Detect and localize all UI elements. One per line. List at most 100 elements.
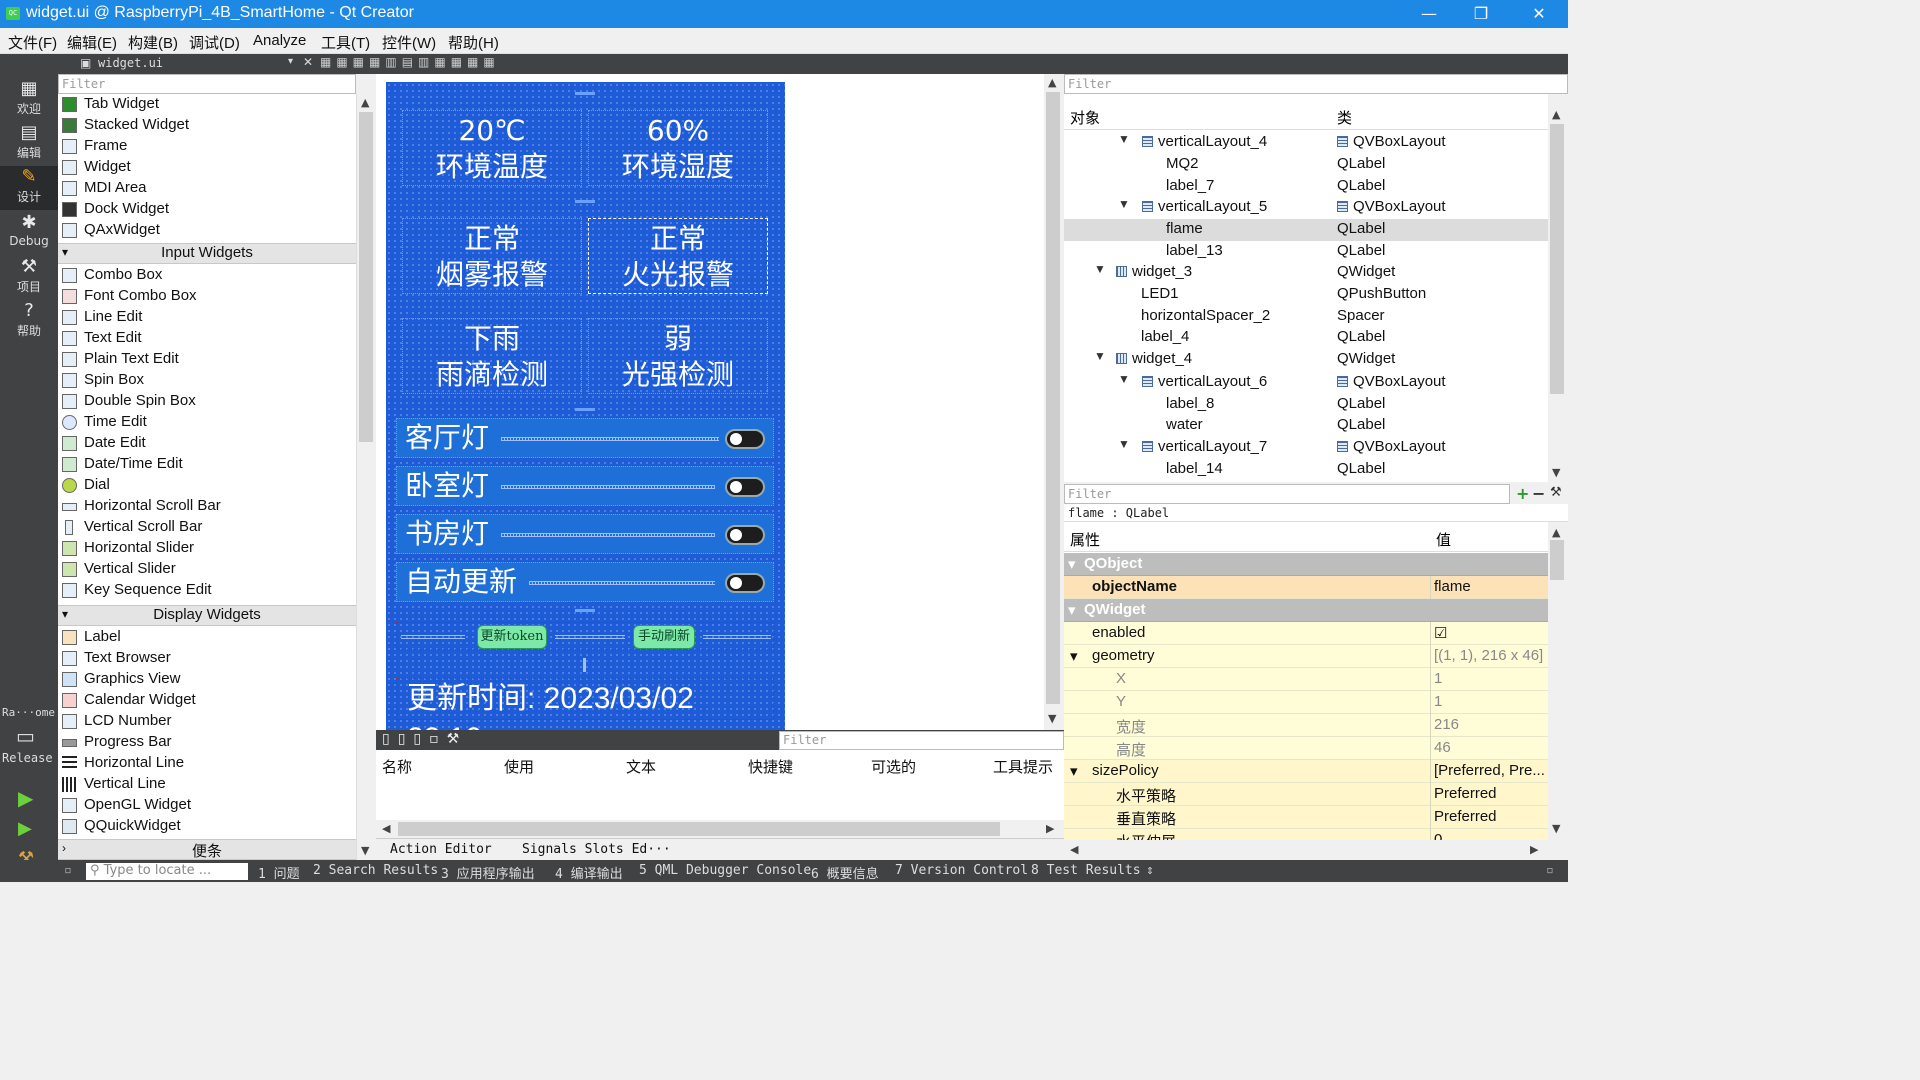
widget-item-text-browser[interactable]: Text Browser — [58, 648, 356, 669]
chevron-down-icon[interactable]: ▼ — [1552, 822, 1560, 835]
tree-row[interactable]: label_14 QLabel — [1064, 459, 1548, 481]
widget-box-scrollbar[interactable]: ▲ ▼ — [356, 94, 376, 862]
widget-item-dial[interactable]: Dial — [58, 475, 356, 496]
chevron-down-icon[interactable]: ▾ — [1070, 647, 1078, 665]
more-tabs-icon[interactable]: ⇕ — [1146, 863, 1154, 878]
col-property[interactable]: 属性 — [1070, 529, 1100, 550]
menu-edit[interactable]: 编辑(E) — [67, 32, 117, 53]
remove-property-icon[interactable]: − — [1532, 484, 1545, 503]
property-row-hstretch[interactable]: 水平伸展0 — [1064, 829, 1548, 840]
property-scrollbar[interactable]: ▲ ▼ — [1548, 522, 1568, 840]
tree-row[interactable]: LED1 QPushButton — [1064, 284, 1548, 306]
kit-name[interactable]: Ra···ome — [2, 706, 55, 719]
monitor-icon[interactable]: ▭ — [16, 724, 35, 748]
property-row-objectname[interactable]: objectName flame — [1064, 576, 1548, 599]
property-row-height[interactable]: 高度 46 — [1064, 737, 1548, 760]
menu-tools[interactable]: 工具(T) — [321, 32, 370, 53]
widget-item-opengl-widget[interactable]: OpenGL Widget — [58, 795, 356, 816]
toggle-switch[interactable] — [725, 573, 765, 593]
output-tab-compile[interactable]: 4 编译输出 — [555, 863, 623, 882]
property-group-qobject[interactable]: ▾ QObject — [1064, 553, 1548, 576]
chevron-up-icon[interactable]: ▲ — [1552, 108, 1560, 121]
sidebar-toggle-icon[interactable]: ▫ — [64, 863, 72, 878]
horizontal-spacer[interactable] — [501, 437, 719, 441]
widget-item-label[interactable]: Label — [58, 627, 356, 648]
chevron-down-icon[interactable]: ▼ — [1118, 197, 1130, 211]
switch-row-bedroom[interactable]: 卧室灯 — [396, 466, 774, 506]
chevron-down-icon[interactable]: ▼ — [1118, 372, 1130, 386]
canvas-scrollbar[interactable]: ▲ ▼ — [1044, 74, 1064, 730]
fire-card[interactable]: 正常 火光报警 — [588, 218, 768, 294]
mode-projects[interactable]: ⚒ 项目 — [0, 256, 58, 300]
widget-item-font-combo-box[interactable]: Font Combo Box — [58, 286, 356, 307]
manual-refresh-button[interactable]: 手动刷新 — [633, 625, 695, 649]
widget-box-filter[interactable]: Filter — [58, 74, 356, 94]
widget-item-qaxwidget[interactable]: QAxWidget — [58, 220, 356, 241]
chevron-down-icon[interactable]: ▼ — [1118, 132, 1130, 146]
tab-action-editor[interactable]: Action Editor — [390, 842, 492, 857]
tree-row[interactable]: label_4 QLabel — [1064, 327, 1548, 349]
widget-item-frame[interactable]: Frame — [58, 136, 356, 157]
category-input-widgets[interactable]: ▾ Input Widgets — [58, 243, 356, 264]
build-config[interactable]: Release — [2, 751, 53, 765]
property-hscrollbar[interactable]: ◀ ▶ — [1064, 840, 1548, 860]
chevron-left-icon[interactable]: ◀ — [1070, 843, 1078, 856]
mode-help[interactable]: ? 帮助 — [0, 300, 58, 344]
widget-item-widget[interactable]: Widget — [58, 157, 356, 178]
widget-item-combo-box[interactable]: Combo Box — [58, 265, 356, 286]
mode-design[interactable]: ✎ 设计 — [0, 166, 58, 210]
vertical-spacer[interactable] — [575, 92, 595, 95]
widget-item-stacked-widget[interactable]: Stacked Widget — [58, 115, 356, 136]
chevron-up-icon[interactable]: ▲ — [361, 96, 369, 109]
widget-item-datetime-edit[interactable]: Date/Time Edit — [58, 454, 356, 475]
menu-help[interactable]: 帮助(H) — [448, 32, 499, 53]
smoke-card[interactable]: 正常 烟雾报警 — [402, 218, 582, 294]
tree-row[interactable]: label_8 QLabel — [1064, 394, 1548, 416]
file-dropdown-icon[interactable]: ▾ — [288, 56, 293, 67]
tree-row[interactable]: label_13 QLabel — [1064, 241, 1548, 263]
sidebar-toggle-right-icon[interactable]: ▫ — [1546, 863, 1554, 878]
debug-run-icon[interactable]: ▶ — [18, 818, 32, 839]
menu-analyze[interactable]: Analyze — [253, 32, 306, 49]
widget-item-horizontal-line[interactable]: Horizontal Line — [58, 753, 356, 774]
widget-item-horizontal-scroll-bar[interactable]: Horizontal Scroll Bar — [58, 496, 356, 517]
widget-item-vertical-scroll-bar[interactable]: Vertical Scroll Bar — [58, 517, 356, 538]
vertical-spacer[interactable] — [575, 609, 595, 612]
maximize-button[interactable]: ❐ — [1456, 3, 1506, 25]
update-token-button[interactable]: 更新token — [477, 625, 547, 649]
tree-row[interactable]: ▼ widget_3 QWidget — [1064, 262, 1548, 284]
switch-row-auto-update[interactable]: 自动更新 — [396, 562, 774, 602]
scroll-thumb[interactable] — [1046, 92, 1060, 704]
widget-item-dock-widget[interactable]: Dock Widget — [58, 199, 356, 220]
horizontal-spacer[interactable] — [529, 581, 715, 585]
horizontal-spacer[interactable] — [401, 635, 465, 639]
widget-item-time-edit[interactable]: Time Edit — [58, 412, 356, 433]
widget-item-line-edit[interactable]: Line Edit — [58, 307, 356, 328]
toggle-switch[interactable] — [725, 477, 765, 497]
chevron-down-icon[interactable]: ▾ — [1068, 555, 1076, 573]
horizontal-spacer[interactable] — [555, 635, 625, 639]
col-shortcut[interactable]: 快捷键 — [748, 756, 793, 777]
widget-item-mdi-area[interactable]: MDI Area — [58, 178, 356, 199]
widget-item-calendar-widget[interactable]: Calendar Widget — [58, 690, 356, 711]
property-row-y[interactable]: Y1 — [1064, 691, 1548, 714]
switch-row-study[interactable]: 书房灯 — [396, 514, 774, 554]
output-tab-app-output[interactable]: 3 应用程序输出 — [441, 863, 535, 882]
action-filter[interactable]: Filter — [779, 731, 1064, 750]
category-display-widgets[interactable]: ▾ Display Widgets — [58, 605, 356, 626]
output-tab-test-results[interactable]: 8 Test Results — [1031, 863, 1141, 878]
property-value[interactable]: flame — [1434, 578, 1471, 595]
chevron-down-icon[interactable]: ▼ — [1118, 437, 1130, 451]
widget-item-qquickwidget[interactable]: QQuickWidget — [58, 816, 356, 837]
open-file-name[interactable]: widget.ui — [98, 56, 163, 70]
property-row-width[interactable]: 宽度 216 — [1064, 714, 1548, 737]
horizontal-spacer[interactable] — [501, 485, 715, 489]
chevron-right-icon[interactable]: ▶ — [1046, 822, 1054, 835]
output-tab-version-control[interactable]: 7 Version Control — [895, 863, 1028, 878]
output-tab-qml-debugger[interactable]: 5 QML Debugger Console — [639, 863, 811, 878]
toggle-switch[interactable] — [725, 429, 765, 449]
tab-signals-slots[interactable]: Signals Slots Ed··· — [522, 842, 671, 857]
widget-item-double-spin-box[interactable]: Double Spin Box — [58, 391, 356, 412]
tree-row[interactable]: ▼ verticalLayout_5 QVBoxLayout — [1064, 197, 1548, 219]
widget-item-plain-text-edit[interactable]: Plain Text Edit — [58, 349, 356, 370]
